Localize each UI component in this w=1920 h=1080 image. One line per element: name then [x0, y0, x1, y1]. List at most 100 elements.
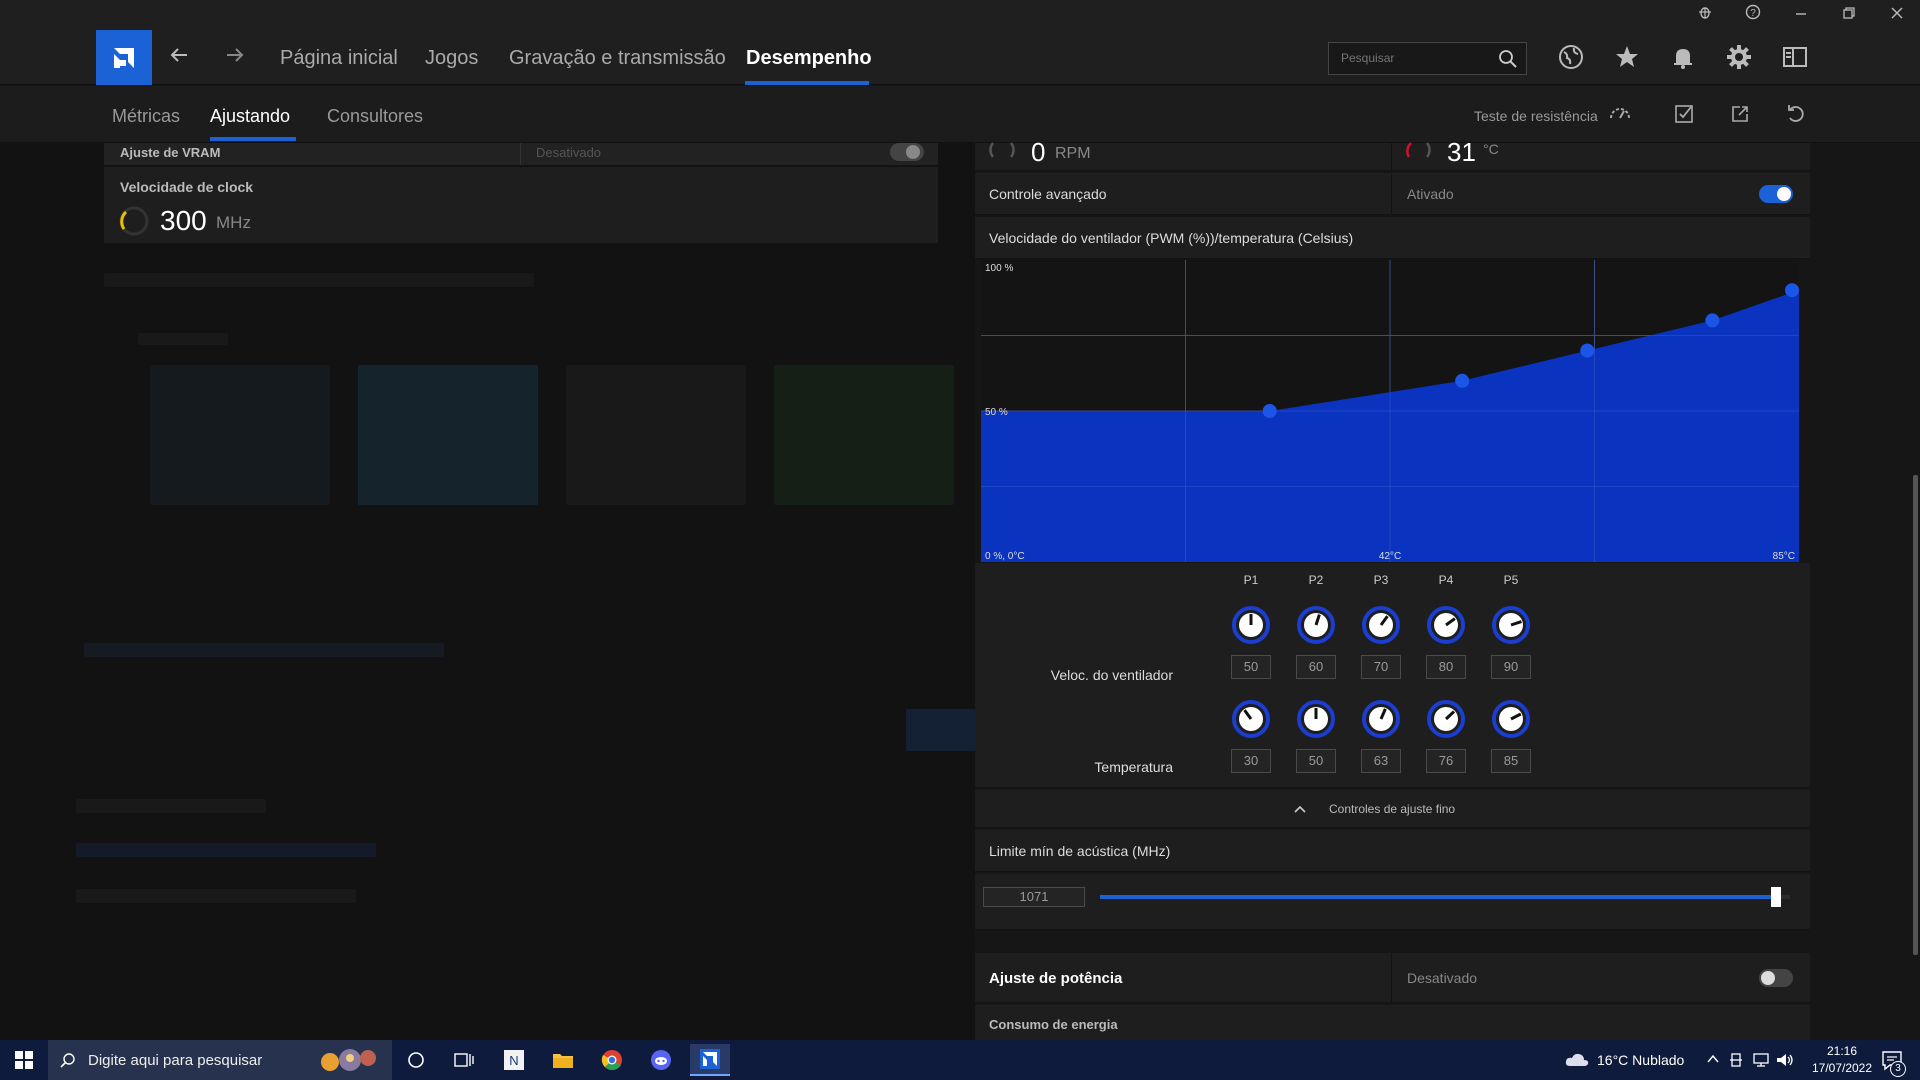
fan-speed-knob[interactable]	[1296, 605, 1336, 645]
temperature-value-input[interactable]: 85	[1491, 749, 1531, 773]
stress-test-gauge-icon[interactable]	[1608, 102, 1632, 126]
taskbar-search[interactable]: Digite aqui para pesquisar	[48, 1040, 392, 1080]
fan-curve-point[interactable]	[1455, 373, 1470, 388]
fan-curve-point[interactable]	[1580, 343, 1595, 358]
fan-speed-knob[interactable]	[1231, 605, 1271, 645]
scrollbar[interactable]	[1913, 475, 1918, 955]
temperature-value-input[interactable]: 76	[1426, 749, 1466, 773]
energy-consumption-label: Consumo de energia	[989, 1017, 1118, 1032]
nav-games[interactable]: Jogos	[425, 47, 478, 70]
temperature-value-input[interactable]: 50	[1296, 749, 1336, 773]
bell-icon[interactable]	[1670, 44, 1698, 72]
temperature-knob[interactable]	[1361, 699, 1401, 739]
power-tuning-row: Ajuste de potência Desativado	[975, 953, 1810, 1003]
help-icon[interactable]: ?	[1742, 4, 1764, 26]
nav-recording[interactable]: Gravação e transmissão	[509, 47, 726, 70]
network-icon[interactable]	[1752, 1052, 1770, 1068]
volume-icon[interactable]	[1776, 1052, 1794, 1068]
fan-point-label: P1	[1243, 573, 1259, 587]
globe-icon[interactable]	[1558, 44, 1586, 72]
divider	[1391, 173, 1392, 215]
fan-speed-knob[interactable]	[1426, 605, 1466, 645]
fine-tune-label[interactable]: Controles de ajuste fino	[1329, 802, 1455, 816]
windows-start-icon[interactable]	[4, 1044, 44, 1076]
fan-speed-value-input[interactable]: 80	[1426, 655, 1466, 679]
acoustic-limit-fill	[1100, 895, 1777, 899]
forward-arrow-icon[interactable]	[222, 44, 248, 70]
fan-speed-knob[interactable]	[1361, 605, 1401, 645]
fan-curve-svg[interactable]: 100 % 50 % 0 %, 0°C 42°C 85°C	[981, 260, 1799, 562]
amd-software-taskbar-icon[interactable]	[690, 1044, 730, 1076]
task-view-icon[interactable]	[444, 1044, 484, 1076]
clock-speed-value: 300	[160, 205, 207, 236]
fan-speed-value-input[interactable]: 50	[1231, 655, 1271, 679]
reset-icon[interactable]	[1784, 102, 1808, 126]
search-input[interactable]	[1341, 51, 1491, 65]
device-status-icon[interactable]	[1728, 1052, 1744, 1068]
fine-tune-row[interactable]: Controles de ajuste fino	[975, 790, 1810, 828]
y-axis-label-top: 100 %	[985, 263, 1013, 274]
temperature-knob[interactable]	[1231, 699, 1271, 739]
chrome-icon[interactable]	[592, 1044, 632, 1076]
fan-speed-value-input[interactable]: 90	[1491, 655, 1531, 679]
title-bar: ?	[0, 0, 1920, 30]
fan-speed-knob[interactable]	[1491, 605, 1531, 645]
nav-active-underline	[745, 81, 869, 85]
cloud-weather-icon[interactable]	[1564, 1050, 1590, 1070]
restore-icon[interactable]	[1838, 4, 1860, 26]
star-icon[interactable]	[1614, 44, 1642, 72]
temperature-knob[interactable]	[1296, 699, 1336, 739]
discord-icon[interactable]	[641, 1044, 681, 1076]
stress-test-label[interactable]: Teste de resistência	[1474, 108, 1598, 124]
fan-curve-chart[interactable]: 100 % 50 % 0 %, 0°C 42°C 85°C	[981, 260, 1799, 562]
search-box[interactable]	[1328, 42, 1527, 75]
fan-curve-point[interactable]	[1705, 313, 1720, 328]
apply-check-icon[interactable]	[1672, 102, 1696, 126]
clock-speed-unit: MHz	[216, 213, 251, 232]
acoustic-limit-thumb[interactable]	[1771, 887, 1782, 907]
sidebar-panel-icon[interactable]	[1782, 44, 1810, 72]
back-arrow-icon[interactable]	[166, 44, 192, 70]
search-icon[interactable]	[1498, 49, 1518, 69]
fan-curve-point[interactable]	[1785, 283, 1799, 298]
fan-speed-value-input[interactable]: 70	[1361, 655, 1401, 679]
chevron-up-icon[interactable]	[1293, 802, 1307, 816]
fan-speed-value-input[interactable]: 60	[1296, 655, 1336, 679]
windows-taskbar: Digite aqui para pesquisar N 16°C Nublad…	[0, 1040, 1920, 1080]
cortana-icon[interactable]	[396, 1044, 436, 1076]
fan-curve-point[interactable]	[1262, 404, 1277, 418]
notepad-app-icon[interactable]: N	[494, 1044, 534, 1076]
tab-advisors[interactable]: Consultores	[327, 106, 423, 127]
nav-home[interactable]: Página inicial	[280, 47, 398, 70]
file-explorer-icon[interactable]	[543, 1044, 583, 1076]
tab-metrics[interactable]: Métricas	[112, 106, 180, 127]
nav-performance[interactable]: Desempenho	[746, 47, 872, 70]
acoustic-limit-input[interactable]: 1071	[983, 887, 1085, 907]
close-icon[interactable]	[1886, 4, 1908, 26]
advanced-control-toggle[interactable]	[1759, 185, 1793, 203]
amd-logo[interactable]	[96, 30, 152, 85]
temperature-value: 31	[1447, 137, 1476, 167]
search-highlight-illustration-icon	[316, 1044, 386, 1076]
minimize-icon[interactable]	[1790, 4, 1812, 26]
bug-report-icon[interactable]	[1694, 4, 1716, 26]
temperature-knob[interactable]	[1426, 699, 1466, 739]
temperature-knob[interactable]	[1491, 699, 1531, 739]
svg-text:N: N	[509, 1053, 518, 1068]
temperature-value-input[interactable]: 30	[1231, 749, 1271, 773]
weather-text[interactable]: 16°C Nublado	[1597, 1052, 1684, 1068]
chevron-up-icon[interactable]	[1706, 1052, 1720, 1066]
temperature-value-input[interactable]: 63	[1361, 749, 1401, 773]
fan-point-label: P5	[1503, 573, 1519, 587]
fan-point-label: P2	[1308, 573, 1324, 587]
export-icon[interactable]	[1728, 102, 1752, 126]
power-tuning-toggle[interactable]	[1759, 969, 1793, 987]
clock-date[interactable]: 17/07/2022	[1804, 1061, 1880, 1075]
acoustic-limit-track[interactable]	[1100, 895, 1790, 899]
tab-tuning[interactable]: Ajustando	[210, 106, 290, 127]
gear-icon[interactable]	[1726, 44, 1754, 72]
search-icon	[60, 1052, 76, 1068]
vram-tuning-toggle[interactable]	[890, 143, 924, 161]
clock-time[interactable]: 21:16	[1804, 1044, 1880, 1058]
advanced-control-label: Controle avançado	[989, 186, 1107, 202]
